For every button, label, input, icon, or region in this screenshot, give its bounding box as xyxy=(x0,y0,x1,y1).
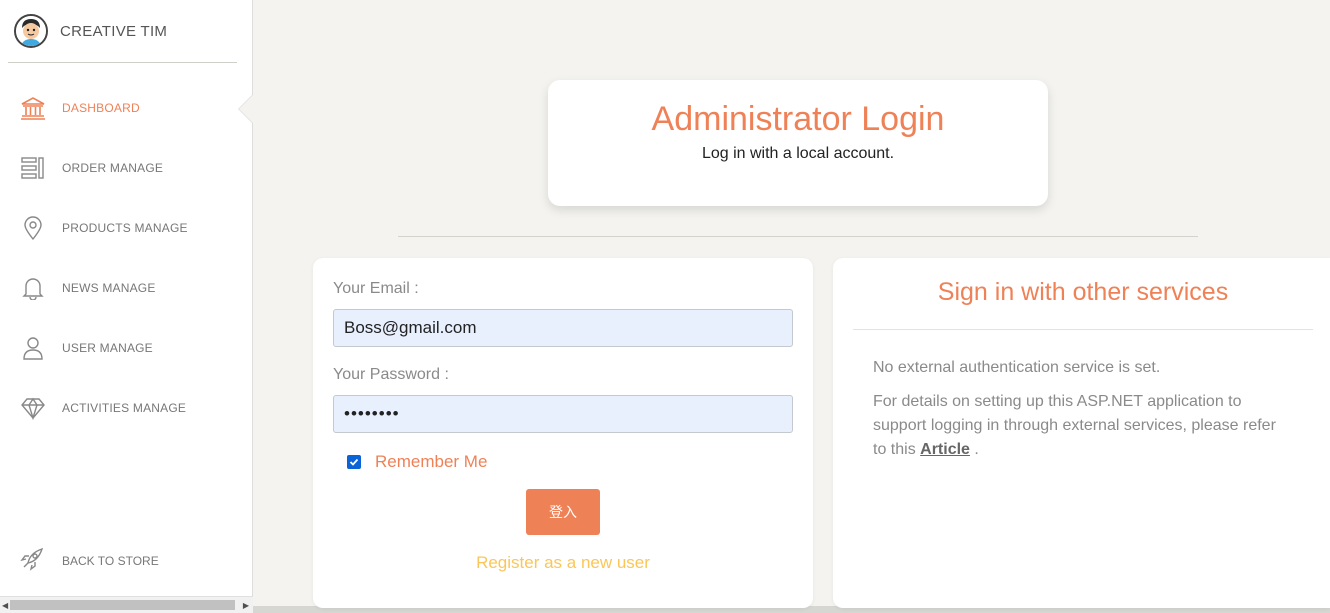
sidebar-item-label: ORDER MANAGE xyxy=(62,161,164,175)
article-link[interactable]: Article xyxy=(920,441,970,458)
list-icon xyxy=(20,155,46,181)
brand[interactable]: CREATIVE TIM xyxy=(8,0,237,63)
sidebar-item-label: ACTIVITIES MANAGE xyxy=(62,401,187,415)
sidebar-nav: DASHBOARD ORDER MANAGE PRODUCTS MANAGE N… xyxy=(0,78,253,438)
register-link[interactable]: Register as a new user xyxy=(313,553,813,573)
sidebar-item-activities-manage[interactable]: ACTIVITIES MANAGE xyxy=(0,378,252,438)
password-label: Your Password : xyxy=(333,366,449,383)
sidebar-item-label: USER MANAGE xyxy=(62,341,153,355)
back-to-store-link[interactable]: BACK TO STORE xyxy=(0,531,252,591)
login-button[interactable]: 登入 xyxy=(526,489,600,535)
email-label: Your Email : xyxy=(333,280,419,297)
external-help-tail: . xyxy=(974,441,979,458)
scroll-left-icon[interactable]: ◀ xyxy=(2,601,8,610)
horizontal-scrollbar[interactable]: ◀ ▶ xyxy=(0,596,253,613)
pin-icon xyxy=(20,215,46,241)
sidebar-item-products-manage[interactable]: PRODUCTS MANAGE xyxy=(0,198,252,258)
brand-name: CREATIVE TIM xyxy=(60,22,168,40)
remember-me-label[interactable]: Remember Me xyxy=(375,452,487,472)
page-title: Administrator Login xyxy=(651,100,945,138)
sidebar-item-label: PRODUCTS MANAGE xyxy=(62,221,188,235)
avatar xyxy=(14,14,48,48)
sidebar-item-dashboard[interactable]: DASHBOARD xyxy=(0,78,253,138)
page-subtitle: Log in with a local account. xyxy=(701,145,895,162)
rocket-icon xyxy=(20,547,46,576)
sidebar-item-label: NEWS MANAGE xyxy=(62,281,156,295)
scroll-right-icon[interactable]: ▶ xyxy=(243,601,249,610)
sidebar: CREATIVE TIM DASHBOARD ORDER MANAGE PROD… xyxy=(0,0,253,596)
remember-me-checkbox[interactable] xyxy=(347,455,361,469)
sidebar-item-label: DASHBOARD xyxy=(62,101,140,115)
external-status-text: No external authentication service is se… xyxy=(873,359,1161,376)
external-help-text: For details on setting up this ASP.NET a… xyxy=(873,390,1293,462)
back-to-store-label: BACK TO STORE xyxy=(62,554,159,568)
title-card: Administrator Login Log in with a local … xyxy=(548,80,1048,206)
sidebar-item-order-manage[interactable]: ORDER MANAGE xyxy=(0,138,252,198)
bell-icon xyxy=(20,275,46,301)
login-form-card: Your Email : Your Password : Remember Me… xyxy=(313,258,813,608)
external-login-card: Sign in with other services No external … xyxy=(833,258,1330,608)
external-title: Sign in with other services xyxy=(937,278,1229,306)
email-field[interactable] xyxy=(333,309,793,347)
external-divider xyxy=(853,329,1313,330)
divider xyxy=(398,236,1198,237)
user-icon xyxy=(20,335,46,361)
sidebar-item-user-manage[interactable]: USER MANAGE xyxy=(0,318,252,378)
password-field[interactable] xyxy=(333,395,793,433)
sidebar-item-news-manage[interactable]: NEWS MANAGE xyxy=(0,258,252,318)
diamond-icon xyxy=(20,395,46,421)
scrollbar-thumb[interactable] xyxy=(10,600,235,610)
remember-me[interactable]: Remember Me xyxy=(347,452,487,472)
bank-icon xyxy=(20,95,46,121)
